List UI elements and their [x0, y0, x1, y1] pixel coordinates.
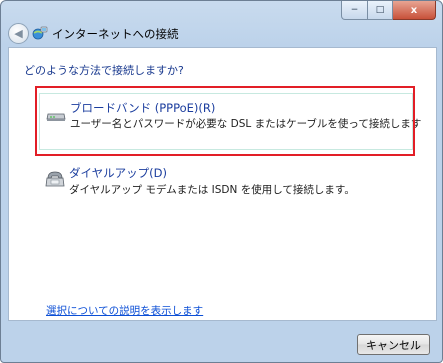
dialup-option[interactable]: ダイヤルアップ(D) ダイヤルアップ モデムまたは ISDN を使用して接続しま… [39, 161, 411, 201]
caption-buttons: − □ x [341, 1, 436, 20]
close-button[interactable]: x [393, 1, 436, 20]
broadband-option[interactable]: ブロードバンド (PPPoE)(R) ユーザー名とパスワードが必要な DSL ま… [39, 93, 421, 150]
broadband-modem-icon [46, 113, 66, 121]
window-title: インターネットへの接続 [52, 27, 179, 41]
network-globe-icon [32, 26, 48, 40]
back-button[interactable]: ◀ [8, 23, 29, 44]
dialup-option-description: ダイヤルアップ モデムまたは ISDN を使用して接続します。 [69, 184, 355, 196]
dialup-telephone-icon [45, 171, 65, 187]
back-arrow-icon: ◀ [14, 27, 23, 40]
page-heading: どのような方法で接続しますか? [24, 64, 184, 77]
dialup-option-title: ダイヤルアップ(D) [69, 166, 167, 180]
broadband-option-description: ユーザー名とパスワードが必要な DSL またはケーブルを使って接続します [70, 118, 422, 130]
minimize-button[interactable]: − [341, 1, 368, 20]
wizard-content: どのような方法で接続しますか? ブロードバンド (PPPoE)(R) ユーザー名… [8, 47, 437, 321]
connect-to-internet-window: − □ x ◀ インターネットへの接続 どのような方法で接続しますか? ブロード… [0, 0, 443, 363]
broadband-option-title: ブロードバンド (PPPoE)(R) [70, 101, 216, 115]
help-link[interactable]: 選択についての説明を表示します [46, 303, 203, 318]
cancel-button[interactable]: キャンセル [357, 334, 430, 355]
maximize-button[interactable]: □ [368, 1, 393, 20]
